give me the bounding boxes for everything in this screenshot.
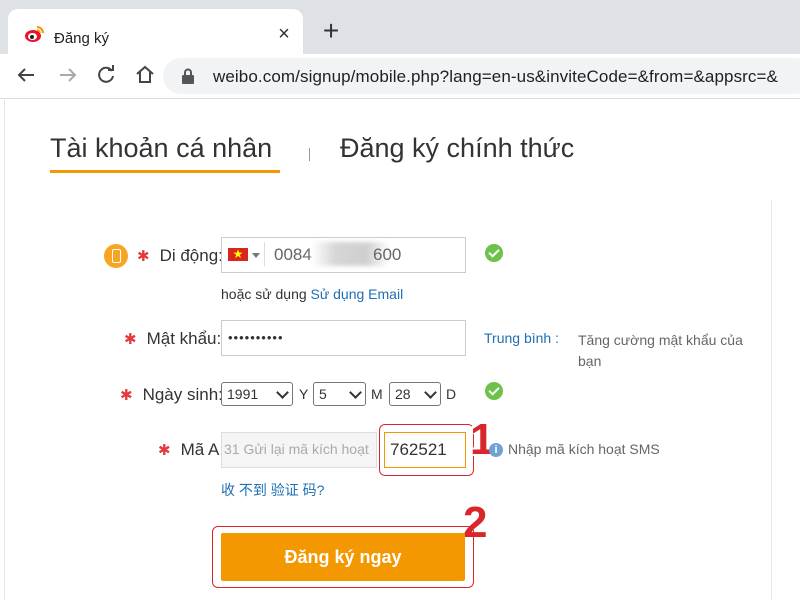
- alt-email-row: hoặc sử dụng Sử dụng Email: [221, 286, 404, 302]
- close-icon[interactable]: ×: [273, 23, 295, 45]
- lock-icon[interactable]: [181, 68, 195, 84]
- back-arrow-icon[interactable]: [14, 62, 40, 88]
- tab-title: Đăng ký: [54, 30, 110, 47]
- password-label: ✱ Mật khẩu:: [124, 329, 222, 348]
- tab-separator: [309, 148, 310, 161]
- year-unit: Y: [299, 386, 309, 402]
- chevron-down-icon: [349, 386, 362, 399]
- birth-day-select[interactable]: 28: [389, 382, 441, 406]
- required-star-icon: ✱: [137, 248, 150, 265]
- required-star-icon: ✱: [124, 331, 137, 348]
- birthday-label: ✱ Ngày sinh:: [120, 385, 223, 404]
- phone-input[interactable]: ★ 0084 600: [221, 237, 466, 273]
- content-divider: [771, 200, 772, 600]
- browser-toolbar: weibo.com/signup/mobile.php?lang=en-us&i…: [0, 54, 800, 98]
- page-border: [4, 100, 5, 600]
- tab-personal-account[interactable]: Tài khoản cá nhân: [50, 133, 272, 164]
- birth-month-select[interactable]: 5: [313, 382, 366, 406]
- month-unit: M: [371, 386, 383, 402]
- chevron-down-icon: [424, 386, 437, 399]
- resend-code-button[interactable]: 31 Gửi lại mã kích hoạt: [221, 432, 377, 468]
- code-not-received-link[interactable]: 收 不到 验证 码?: [221, 480, 324, 500]
- home-icon[interactable]: [132, 62, 158, 88]
- info-icon: i: [489, 443, 503, 457]
- birthday-valid-check-icon: [485, 382, 503, 400]
- browser-tab-bar: Đăng ký × +: [0, 0, 800, 60]
- vietnam-flag-icon[interactable]: ★: [228, 247, 248, 261]
- browser-tab[interactable]: Đăng ký ×: [8, 9, 303, 60]
- url-text: weibo.com/signup/mobile.php?lang=en-us&i…: [213, 67, 779, 86]
- day-unit: D: [446, 386, 457, 402]
- phone-suffix: 600: [373, 245, 402, 264]
- password-strength-label: Trung bình :: [484, 330, 559, 346]
- forward-arrow-icon[interactable]: [54, 62, 80, 88]
- toolbar-divider: [0, 98, 800, 99]
- password-field[interactable]: ••••••••••: [221, 320, 466, 356]
- phone-prefix: 0084: [274, 245, 312, 264]
- chevron-down-icon[interactable]: [252, 253, 260, 258]
- new-tab-icon[interactable]: +: [318, 17, 344, 45]
- phone-label: ✱ Di động:: [137, 246, 223, 265]
- code-label: ✱ Mã A:: [158, 440, 225, 459]
- weibo-logo-icon: [25, 26, 44, 42]
- required-star-icon: ✱: [120, 387, 133, 404]
- country-separator: [264, 242, 265, 266]
- password-masked-value: ••••••••••: [228, 330, 284, 345]
- active-tab-underline: [50, 170, 280, 173]
- required-star-icon: ✱: [158, 442, 171, 459]
- phone-valid-check-icon: [485, 244, 503, 262]
- birth-year-select[interactable]: 1991: [221, 382, 293, 406]
- step1-number: 1: [470, 415, 495, 464]
- tab-official-signup[interactable]: Đăng ký chính thức: [340, 133, 574, 164]
- password-hint: Tăng cường mật khẩu của bạn: [578, 332, 743, 369]
- use-email-link[interactable]: Sử dụng Email: [311, 286, 404, 302]
- address-bar[interactable]: weibo.com/signup/mobile.php?lang=en-us&i…: [163, 58, 800, 94]
- mobile-phone-icon: [104, 244, 128, 268]
- sms-hint: Nhập mã kích hoạt SMS: [508, 441, 660, 457]
- highlight-box-step1: [379, 424, 474, 476]
- signup-now-button[interactable]: Đăng ký ngay: [221, 533, 465, 581]
- reload-icon[interactable]: [93, 62, 119, 88]
- chevron-down-icon: [276, 386, 289, 399]
